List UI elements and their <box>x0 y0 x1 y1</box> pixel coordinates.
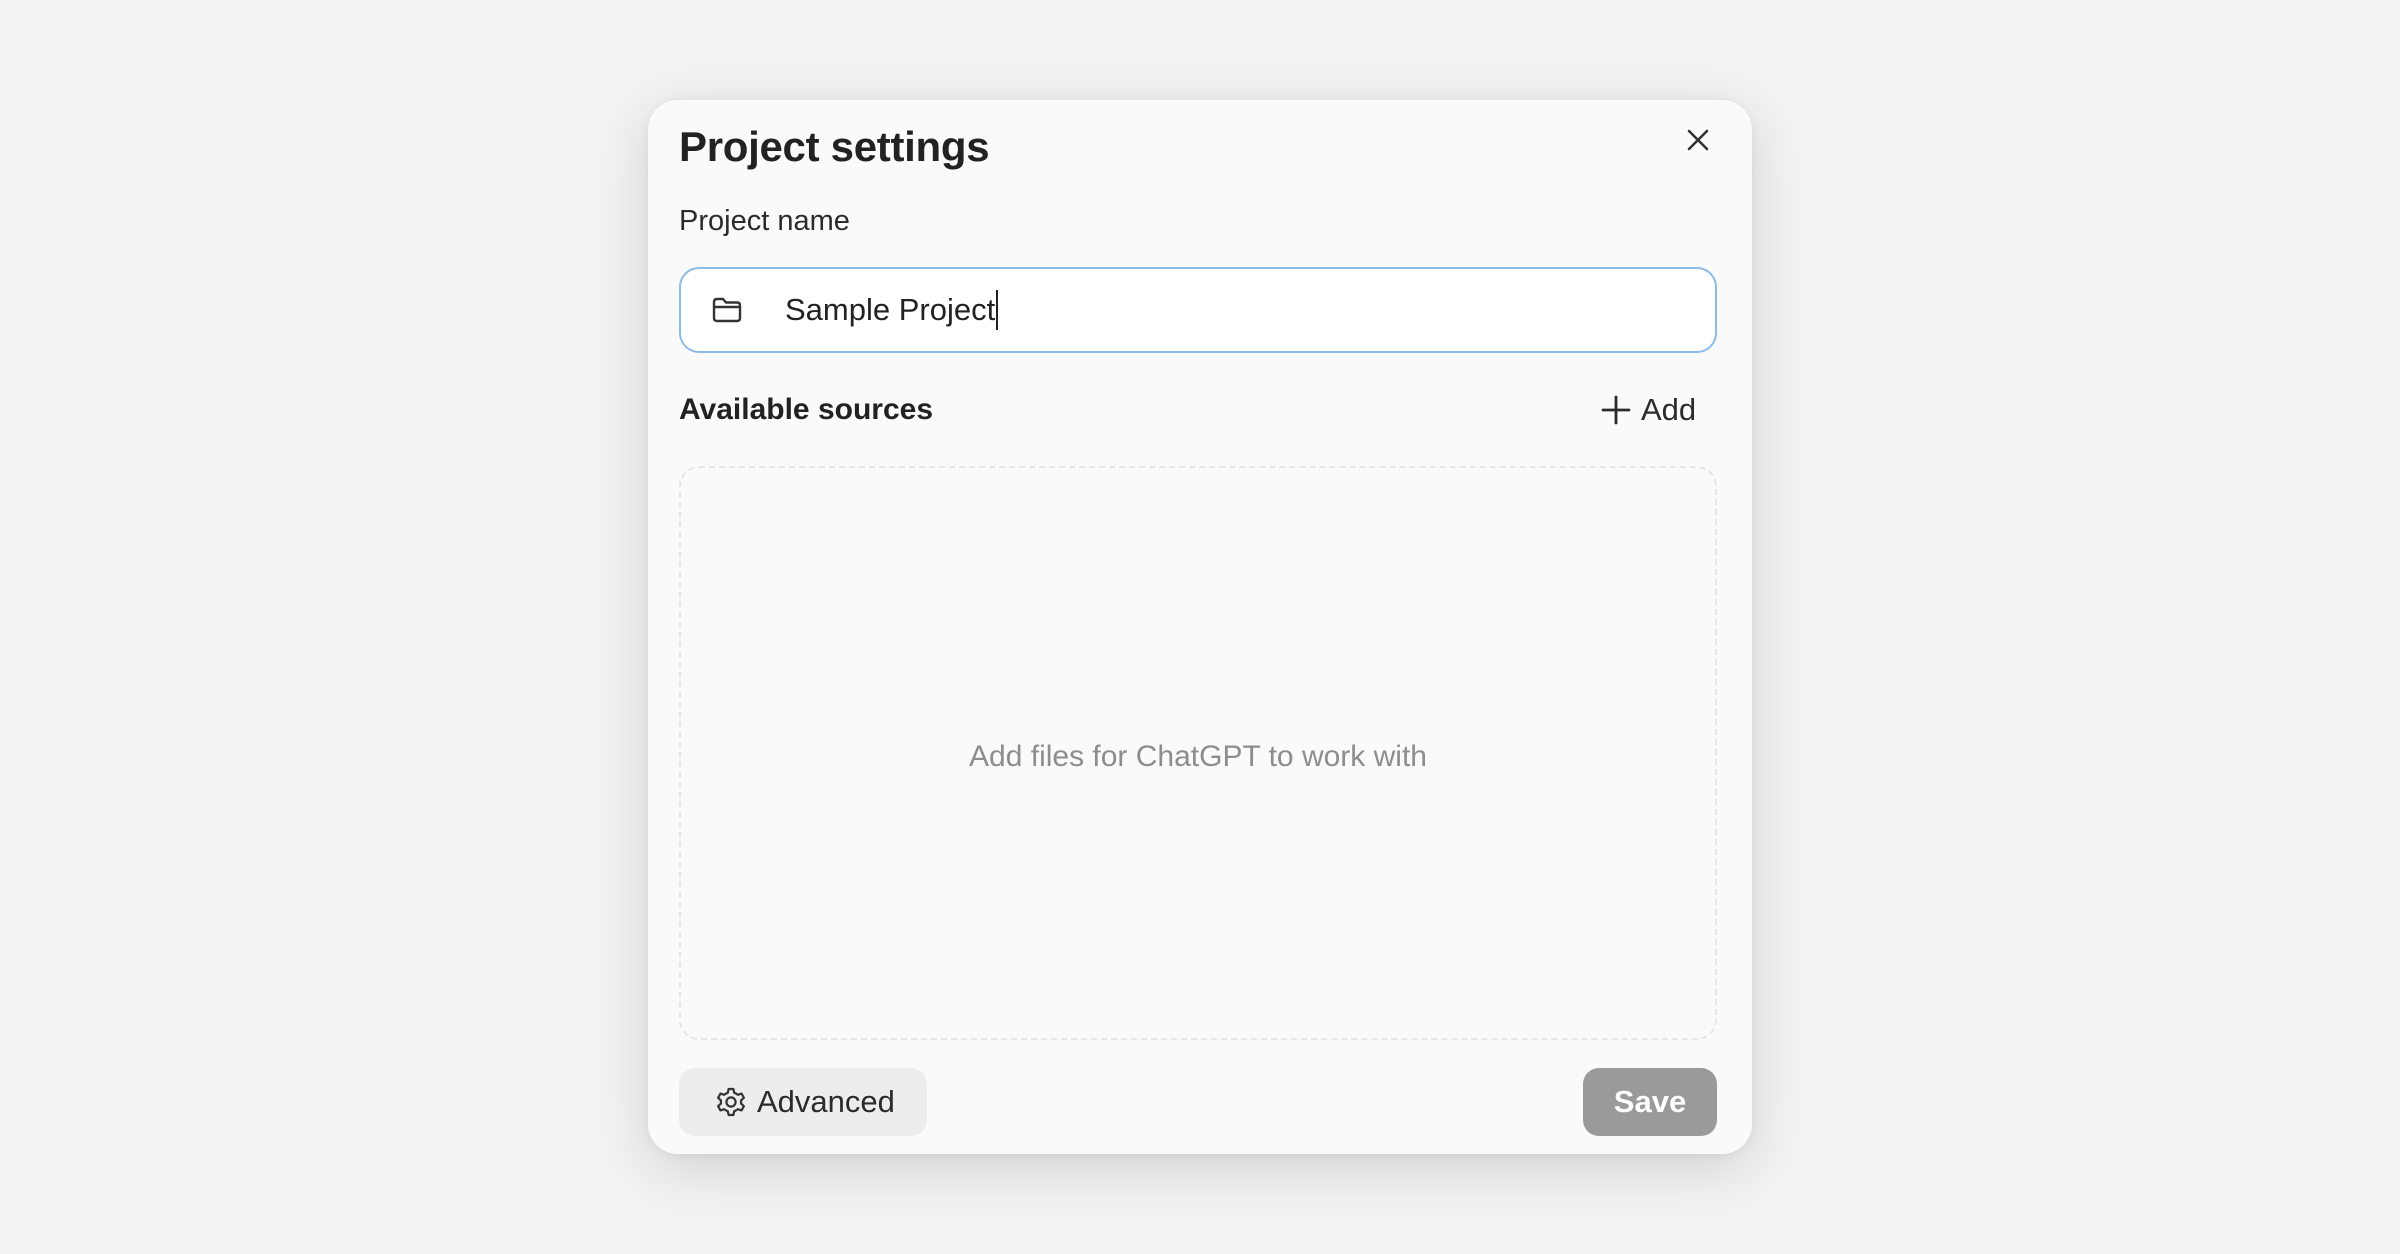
available-sources-heading: Available sources <box>679 393 934 426</box>
close-icon <box>1687 129 1709 151</box>
folder-icon <box>707 290 747 330</box>
project-name-value: Sample Project <box>785 288 999 332</box>
close-button[interactable] <box>1674 116 1722 164</box>
empty-sources-text: Add files for ChatGPT to work with <box>969 740 1427 773</box>
advanced-label: Advanced <box>757 1084 895 1119</box>
save-button[interactable]: Save <box>1583 1068 1717 1136</box>
plus-icon <box>1601 395 1631 425</box>
sources-dropzone[interactable]: Add files for ChatGPT to work with <box>679 466 1717 1040</box>
project-name-label: Project name <box>679 205 850 237</box>
advanced-button[interactable]: Advanced <box>679 1068 927 1136</box>
add-source-button[interactable]: Add <box>1591 380 1706 440</box>
add-source-label: Add <box>1641 392 1697 427</box>
save-label: Save <box>1613 1084 1687 1119</box>
gear-icon <box>717 1087 745 1117</box>
text-caret <box>996 290 999 330</box>
dialog-title: Project settings <box>679 123 990 170</box>
project-name-text: Sample Project <box>785 292 996 327</box>
project-settings-dialog: Project settings Project name Sample Pro… <box>648 100 1752 1154</box>
project-name-input[interactable]: Sample Project <box>679 267 1717 353</box>
